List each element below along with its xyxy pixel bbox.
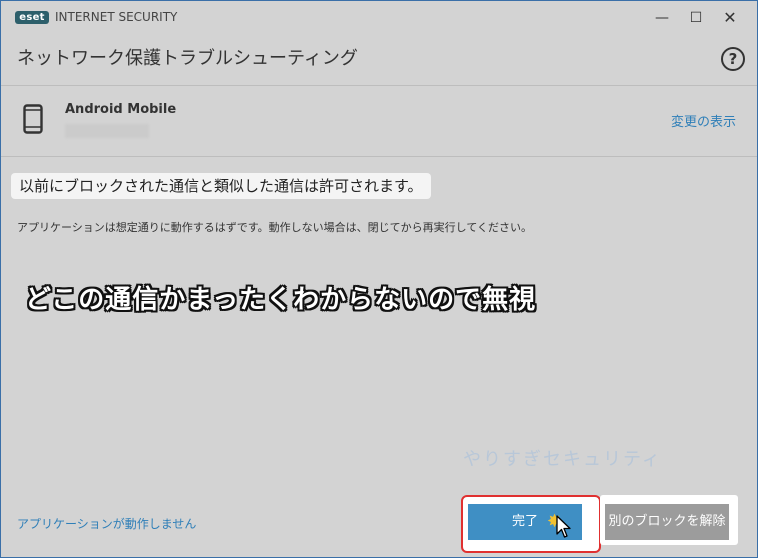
app-not-working-link[interactable]: アプリケーションが動作しません — [17, 515, 196, 532]
device-details-redacted — [65, 124, 149, 138]
app-title: INTERNET SECURITY — [55, 10, 178, 24]
result-message: 以前にブロックされた通信と類似した通信は許可されます。 — [11, 173, 431, 199]
mouse-cursor-icon — [556, 515, 572, 543]
device-name: Android Mobile — [65, 102, 177, 117]
app-window: eset INTERNET SECURITY — ☐ ✕ ネットワーク保護トラブ… — [0, 0, 758, 558]
unblock-another-button[interactable]: 別のブロックを解除 — [605, 504, 729, 540]
show-changes-link[interactable]: 変更の表示 — [671, 111, 736, 130]
maximize-button[interactable]: ☐ — [681, 7, 711, 29]
smartphone-icon — [23, 104, 43, 138]
description-text: アプリケーションは想定通りに動作するはずです。動作しない場合は、閉じてから再実行… — [17, 221, 533, 234]
close-button[interactable]: ✕ — [715, 7, 745, 29]
eset-logo: eset — [15, 11, 49, 24]
help-icon[interactable]: ? — [721, 47, 745, 71]
minimize-button[interactable]: — — [647, 7, 677, 29]
title-bar: eset INTERNET SECURITY — ☐ ✕ — [1, 1, 757, 35]
watermark-text: やりすぎセキュリティ — [463, 449, 662, 470]
page-header: ネットワーク保護トラブルシューティング ? — [1, 35, 757, 86]
device-section: Android Mobile 変更の表示 — [1, 86, 757, 157]
annotation-text: どこの通信かまったくわからないので無視 — [25, 285, 537, 315]
page-title: ネットワーク保護トラブルシューティング — [17, 48, 358, 69]
